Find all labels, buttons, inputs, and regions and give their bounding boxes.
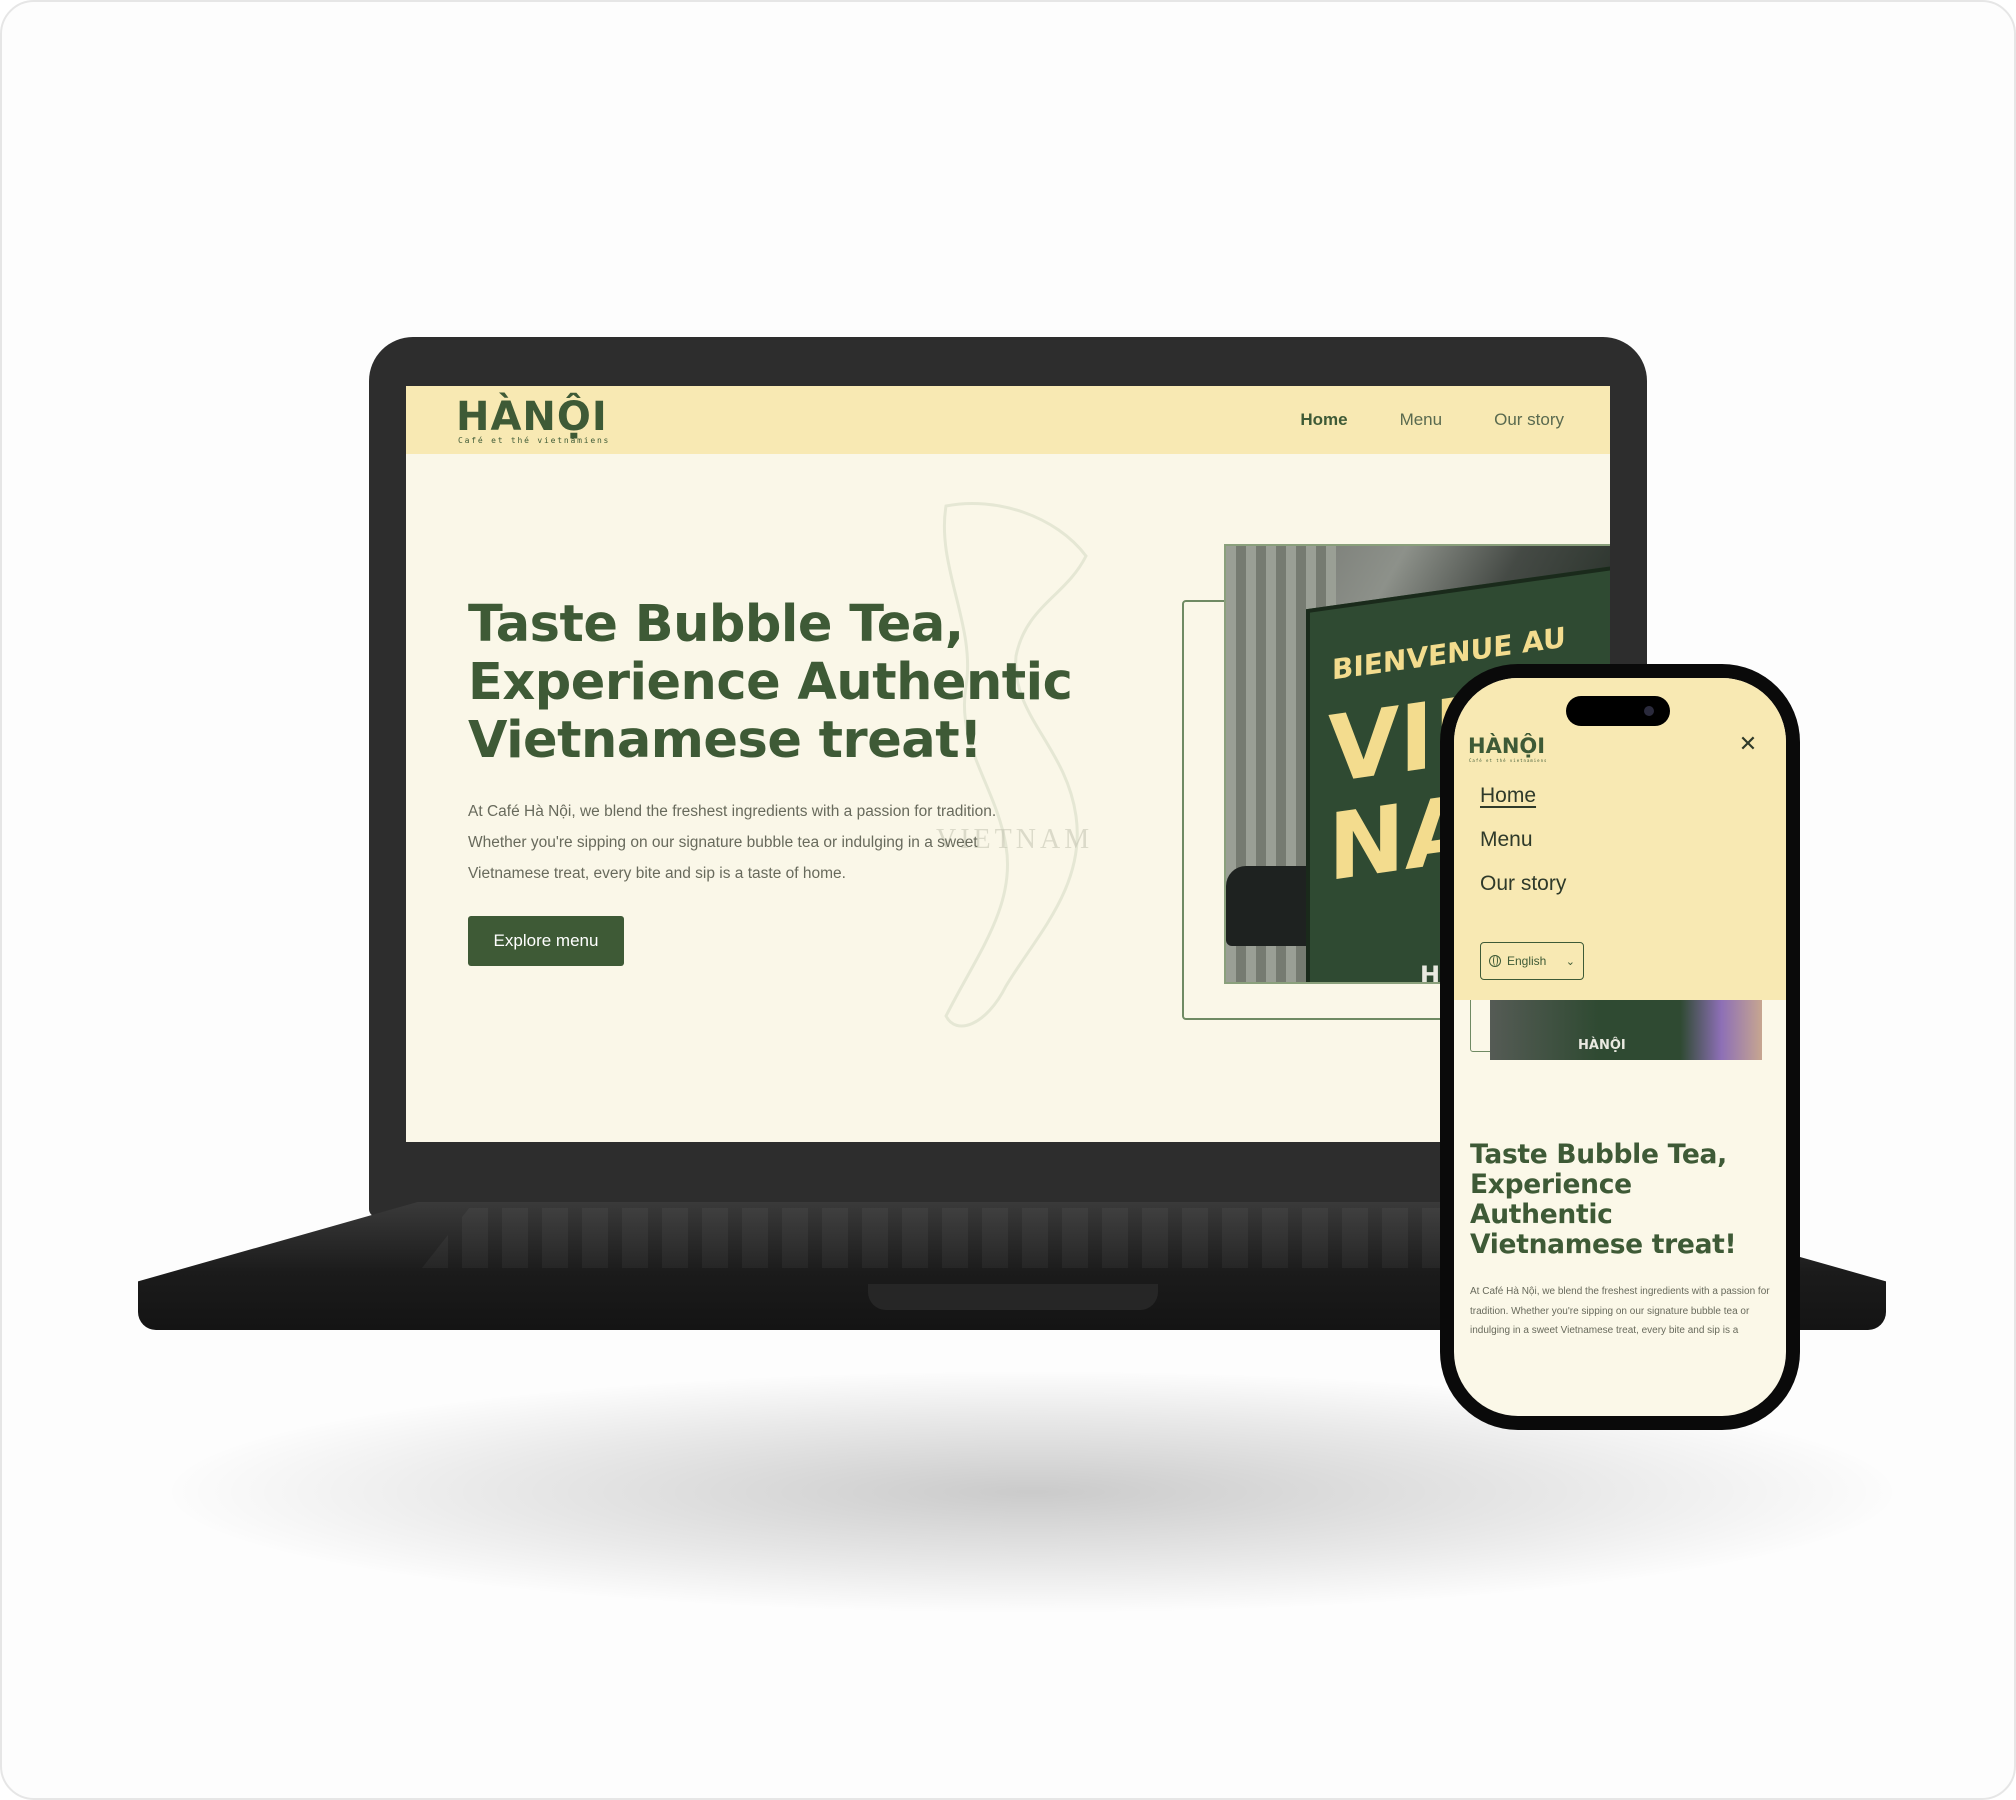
mobile-nav-home[interactable]: Home: [1480, 784, 1536, 808]
mobile-brand-tagline: Café et thé vietnamiens: [1469, 758, 1548, 763]
mobile-nav-menu[interactable]: Menu: [1480, 828, 1533, 852]
globe-icon: [1489, 955, 1501, 967]
laptop-notch: [868, 1284, 1158, 1310]
hero-title: Taste Bubble Tea, Experience Authentic V…: [468, 595, 1073, 770]
dynamic-island: [1566, 696, 1670, 726]
mobile-nav-our-story[interactable]: Our story: [1480, 872, 1566, 896]
camera-icon: [1644, 706, 1654, 716]
nav-menu[interactable]: Menu: [1400, 410, 1443, 430]
brand-logo[interactable]: HÀNỘI: [456, 394, 608, 440]
desktop-website: HÀNỘI Café et thé vietnamiens Home Menu …: [406, 386, 1610, 1142]
nav-our-story[interactable]: Our story: [1494, 410, 1564, 430]
mobile-photo-logo: HÀNỘI: [1578, 1038, 1626, 1053]
explore-menu-button[interactable]: Explore menu: [468, 916, 624, 966]
mobile-menu-panel: HÀNỘI Café et thé vietnamiens ✕ Home Men…: [1454, 678, 1786, 1000]
mobile-hero-title: Taste Bubble Tea, Experience Authentic V…: [1470, 1139, 1737, 1260]
chevron-down-icon: ⌄: [1565, 955, 1575, 968]
brand-tagline: Café et thé vietnamiens: [458, 436, 611, 445]
close-icon[interactable]: ✕: [1734, 730, 1762, 758]
mobile-brand-logo[interactable]: HÀNỘI: [1468, 734, 1545, 758]
mobile-website: HÀNỘI HÀNỘI Café et thé vietnamiens ✕ Ho…: [1454, 678, 1786, 1416]
mockup-canvas: HÀNỘI Café et thé vietnamiens Home Menu …: [0, 0, 2016, 1800]
hero-description: At Café Hà Nội, we blend the freshest in…: [468, 803, 997, 882]
phone-device: HÀNỘI HÀNỘI Café et thé vietnamiens ✕ Ho…: [1440, 664, 1800, 1430]
mobile-hero-photo: HÀNỘI: [1490, 1000, 1762, 1060]
language-select[interactable]: English ⌄: [1480, 942, 1584, 980]
desktop-header: HÀNỘI Café et thé vietnamiens Home Menu …: [406, 386, 1610, 454]
laptop-keyboard: [422, 1208, 1602, 1268]
mobile-hero-description: At Café Hà Nội, we blend the freshest in…: [1470, 1286, 1770, 1336]
language-value: English: [1507, 954, 1547, 968]
nav-home[interactable]: Home: [1300, 410, 1347, 430]
desktop-nav: Home Menu Our story: [1300, 410, 1564, 430]
